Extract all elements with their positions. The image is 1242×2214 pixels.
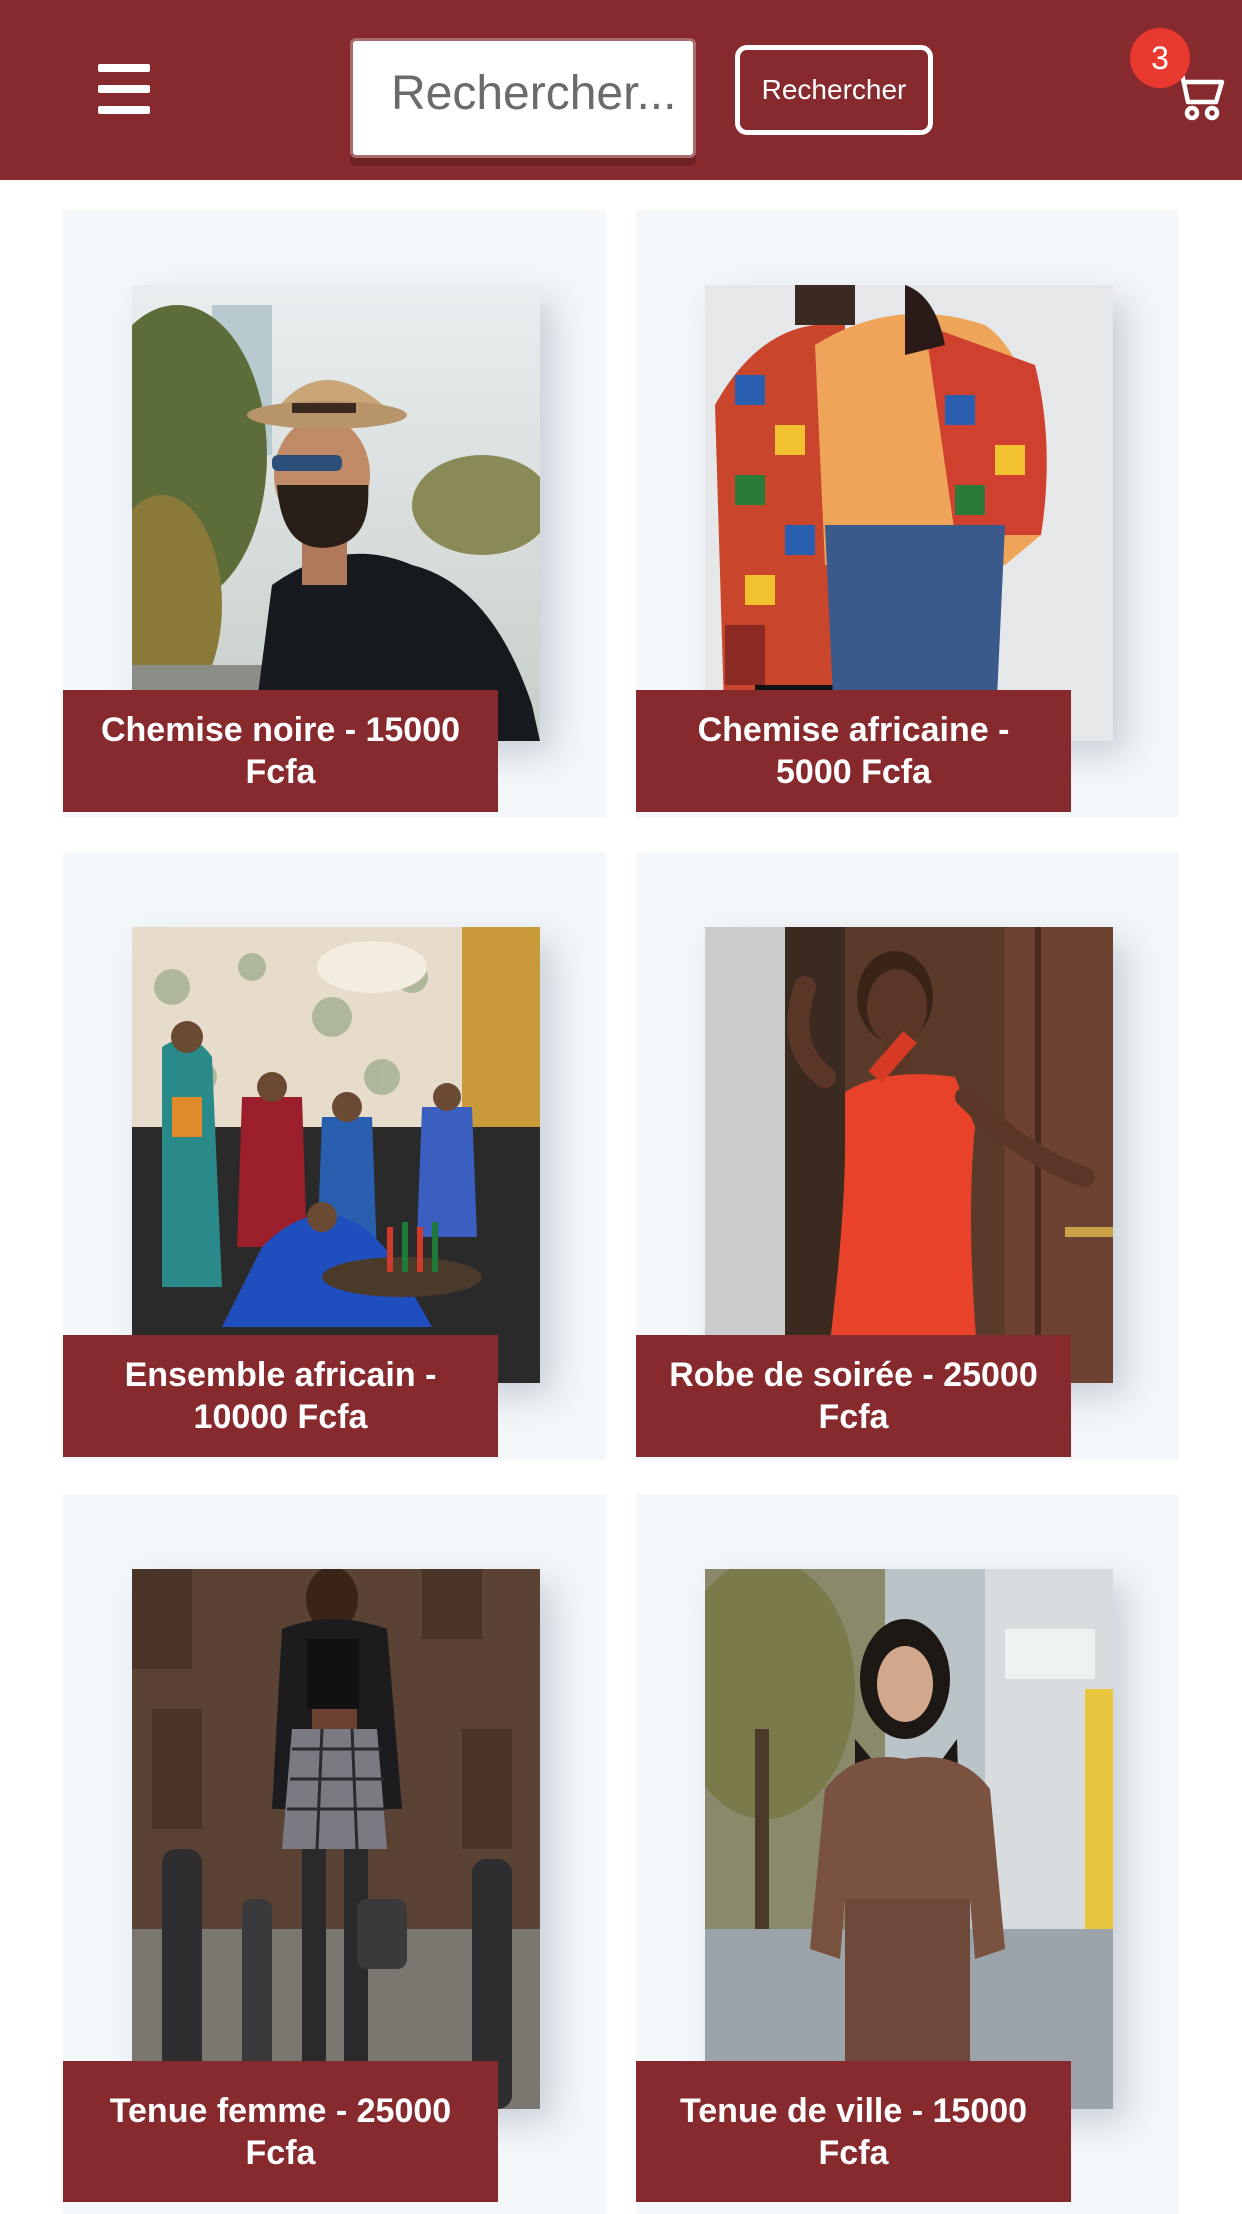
- product-image[interactable]: [132, 927, 540, 1383]
- menu-icon[interactable]: [98, 64, 150, 114]
- product-image[interactable]: [132, 285, 540, 741]
- product-card[interactable]: Tenue de ville - 15000 Fcfa: [636, 1494, 1179, 2214]
- search-input[interactable]: [350, 38, 696, 158]
- product-image[interactable]: [705, 927, 1113, 1383]
- product-card[interactable]: Ensemble africain - 10000 Fcfa: [63, 852, 606, 1460]
- product-caption[interactable]: Robe de soirée - 25000 Fcfa: [636, 1335, 1071, 1457]
- product-card[interactable]: Chemise africaine - 5000 Fcfa: [636, 210, 1179, 818]
- product-caption[interactable]: Chemise noire - 15000 Fcfa: [63, 690, 498, 812]
- product-image[interactable]: [705, 285, 1113, 741]
- product-card[interactable]: Tenue femme - 25000 Fcfa: [63, 1494, 606, 2214]
- product-card[interactable]: Chemise noire - 15000 Fcfa: [63, 210, 606, 818]
- cart-count-badge: 3: [1130, 28, 1190, 88]
- product-card[interactable]: Robe de soirée - 25000 Fcfa: [636, 852, 1179, 1460]
- product-image[interactable]: [132, 1569, 540, 2109]
- cart-button[interactable]: 3: [1130, 28, 1230, 128]
- product-image[interactable]: [705, 1569, 1113, 2109]
- product-caption[interactable]: Ensemble africain - 10000 Fcfa: [63, 1335, 498, 1457]
- product-caption[interactable]: Tenue femme - 25000 Fcfa: [63, 2061, 498, 2202]
- search-button[interactable]: Rechercher: [735, 45, 933, 135]
- product-caption[interactable]: Chemise africaine - 5000 Fcfa: [636, 690, 1071, 812]
- product-caption[interactable]: Tenue de ville - 15000 Fcfa: [636, 2061, 1071, 2202]
- top-bar: Rechercher 3: [0, 0, 1242, 180]
